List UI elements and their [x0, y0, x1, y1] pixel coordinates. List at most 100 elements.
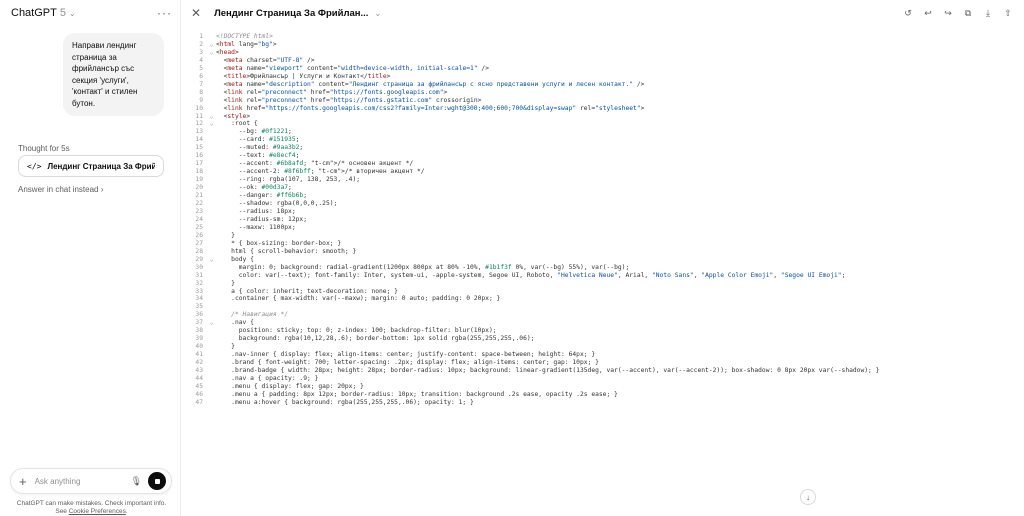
code-text: <title>Фрийлансър | Услуги и Контакт</ti… — [216, 72, 391, 80]
code-line[interactable]: 35 — [181, 303, 1024, 311]
code-line[interactable]: 33 a { color: inherit; text-decoration: … — [181, 288, 1024, 296]
code-line[interactable]: 20 --ok: #00d3a7; — [181, 184, 1024, 192]
fold-chevron-icon[interactable]: ⌄ — [207, 319, 216, 327]
chevron-down-icon[interactable]: ⌄ — [374, 9, 381, 18]
code-line[interactable]: 31 color: var(--text); font-family: Inte… — [181, 272, 1024, 280]
fold-gutter — [207, 105, 216, 113]
microphone-icon[interactable]: 🎙 — [131, 476, 142, 487]
code-line[interactable]: 19 --ring: rgba(107, 138, 253, .4); — [181, 176, 1024, 184]
code-line[interactable]: 8 <link rel="preconnect" href="https://f… — [181, 89, 1024, 97]
more-horizontal-icon[interactable]: ··· — [157, 6, 172, 20]
plus-icon[interactable]: + — [19, 474, 27, 489]
code-line[interactable]: 37 ⌄ .nav { — [181, 319, 1024, 327]
code-line[interactable]: 25 --maxw: 1100px; — [181, 224, 1024, 232]
code-text: position: sticky; top: 0; z-index: 100; … — [216, 327, 497, 335]
stop-button[interactable] — [148, 472, 166, 490]
fold-gutter — [207, 335, 216, 343]
code-text: margin: 0; background: radial-gradient(1… — [216, 263, 630, 271]
fold-gutter — [207, 184, 216, 192]
code-text: <meta charset="UTF-8" /> — [216, 56, 315, 64]
model-selector-name[interactable]: ChatGPT — [11, 7, 57, 19]
history-icon[interactable]: ↺ — [902, 8, 914, 19]
fold-gutter — [207, 160, 216, 168]
thought-duration[interactable]: Thought for 5s — [18, 144, 70, 153]
disclaimer-end: . — [125, 508, 128, 515]
code-line[interactable]: 18 --accent-2: #8f6bff; "t-cm">/* вторич… — [181, 168, 1024, 176]
redo-icon[interactable]: ↪ — [942, 8, 954, 19]
copy-icon[interactable]: ⧉ — [962, 8, 974, 19]
cookie-preferences-link[interactable]: Cookie Preferences — [69, 508, 126, 515]
code-line[interactable]: 3 ⌄ <head> — [181, 49, 1024, 57]
code-line[interactable]: 29 ⌄ body { — [181, 256, 1024, 264]
code-line[interactable]: 24 --radius-sm: 12px; — [181, 216, 1024, 224]
code-line[interactable]: 36 /* Навигация */ — [181, 311, 1024, 319]
fold-gutter — [207, 288, 216, 296]
code-line[interactable]: 1 <!DOCTYPE html> — [181, 33, 1024, 41]
code-text: --ring: rgba(107, 138, 253, .4); — [216, 176, 361, 184]
code-line[interactable]: 6 <title>Фрийлансър | Услуги и Контакт</… — [181, 73, 1024, 81]
answer-in-chat-link[interactable]: Answer in chat instead › — [18, 185, 103, 194]
line-number: 26 — [195, 231, 203, 239]
fold-chevron-icon[interactable]: ⌄ — [207, 41, 216, 49]
code-line[interactable]: 26 } — [181, 232, 1024, 240]
code-editor[interactable]: 1 <!DOCTYPE html> 2 ⌄ <html lang="bg"> 3 ⌄ <hea… — [181, 33, 1024, 407]
code-line[interactable]: 4 <meta charset="UTF-8" /> — [181, 57, 1024, 65]
code-line[interactable]: 40 } — [181, 343, 1024, 351]
line-number: 13 — [195, 128, 203, 136]
undo-icon[interactable]: ↩ — [922, 8, 934, 19]
model-version[interactable]: 5 — [60, 7, 66, 19]
code-line[interactable]: 22 --shadow: rgba(0,0,0,.25); — [181, 200, 1024, 208]
code-line[interactable]: 7 <meta name="description" content="Ленд… — [181, 81, 1024, 89]
code-line[interactable]: 28 html { scroll-behavior: smooth; } — [181, 248, 1024, 256]
code-line[interactable]: 27 * { box-sizing: border-box; } — [181, 240, 1024, 248]
fold-chevron-icon[interactable]: ⌄ — [207, 49, 216, 57]
fold-chevron-icon[interactable]: ⌄ — [207, 120, 216, 128]
close-icon[interactable]: ✕ — [191, 6, 201, 20]
fold-gutter — [207, 176, 216, 184]
line-number: 21 — [195, 192, 203, 200]
code-line[interactable]: 11 ⌄ <style> — [181, 113, 1024, 121]
line-number: 39 — [195, 335, 203, 343]
code-line[interactable]: 30 margin: 0; background: radial-gradien… — [181, 264, 1024, 272]
code-line[interactable]: 10 <link href="https://fonts.googleapis.… — [181, 105, 1024, 113]
code-line[interactable]: 15 --muted: #9aa3b2; — [181, 144, 1024, 152]
composer-input[interactable]: Ask anything — [35, 477, 131, 486]
code-line[interactable]: 16 --text: #e8ecf4; — [181, 152, 1024, 160]
code-line[interactable]: 13 --bg: #0f1221; — [181, 128, 1024, 136]
code-line[interactable]: 17 --accent: #6b8afd; "t-cm">/* основен … — [181, 160, 1024, 168]
code-line[interactable]: 12 ⌄ :root { — [181, 120, 1024, 128]
code-text: .brand-badge { width: 28px; height: 28px… — [216, 367, 880, 375]
code-line[interactable]: 23 --radius: 18px; — [181, 208, 1024, 216]
composer[interactable]: + Ask anything 🎙 — [10, 468, 172, 494]
code-line[interactable]: 42 .brand { font-weight: 700; letter-spa… — [181, 359, 1024, 367]
fold-chevron-icon[interactable]: ⌄ — [207, 256, 216, 264]
code-line[interactable]: 43 .brand-badge { width: 28px; height: 2… — [181, 367, 1024, 375]
chevron-right-icon: › — [100, 185, 104, 194]
code-line[interactable]: 39 background: rgba(10,12,28,.6); border… — [181, 335, 1024, 343]
code-line[interactable]: 45 .menu { display: flex; gap: 20px; } — [181, 383, 1024, 391]
code-line[interactable]: 9 <link rel="preconnect" href="https://f… — [181, 97, 1024, 105]
code-text: :root { — [216, 120, 258, 128]
code-line[interactable]: 47 .menu a:hover { background: rgba(255,… — [181, 399, 1024, 407]
line-number: 30 — [195, 263, 203, 271]
chevron-down-icon[interactable]: ⌄ — [69, 9, 76, 18]
code-line[interactable]: 21 --danger: #ff6b6b; — [181, 192, 1024, 200]
chat-header: ChatGPT 5 ⌄ ··· — [0, 0, 180, 26]
code-line[interactable]: 5 <meta name="viewport" content="width=d… — [181, 65, 1024, 73]
download-icon[interactable]: ⤓ — [982, 8, 994, 19]
code-line[interactable]: 14 --card: #151935; — [181, 136, 1024, 144]
line-number: 16 — [195, 152, 203, 160]
canvas-artifact-button[interactable]: </> Лендинг Страница За Фрийлан — [18, 155, 164, 177]
code-line[interactable]: 46 .menu a { padding: 8px 12px; border-r… — [181, 391, 1024, 399]
code-line[interactable]: 2 ⌄ <html lang="bg"> — [181, 41, 1024, 49]
fold-gutter — [207, 240, 216, 248]
code-line[interactable]: 41 .nav-inner { display: flex; align-ite… — [181, 351, 1024, 359]
fold-chevron-icon[interactable]: ⌄ — [207, 113, 216, 121]
code-line[interactable]: 44 .nav a { opacity: .9; } — [181, 375, 1024, 383]
code-line[interactable]: 38 position: sticky; top: 0; z-index: 10… — [181, 327, 1024, 335]
share-icon[interactable]: ⇧ — [1002, 8, 1014, 19]
code-line[interactable]: 34 .container { max-width: var(--maxw); … — [181, 295, 1024, 303]
scroll-down-button[interactable]: ↓ — [800, 489, 816, 505]
canvas-title[interactable]: Лендинг Страница За Фрийлан... — [214, 8, 368, 19]
code-line[interactable]: 32 } — [181, 280, 1024, 288]
